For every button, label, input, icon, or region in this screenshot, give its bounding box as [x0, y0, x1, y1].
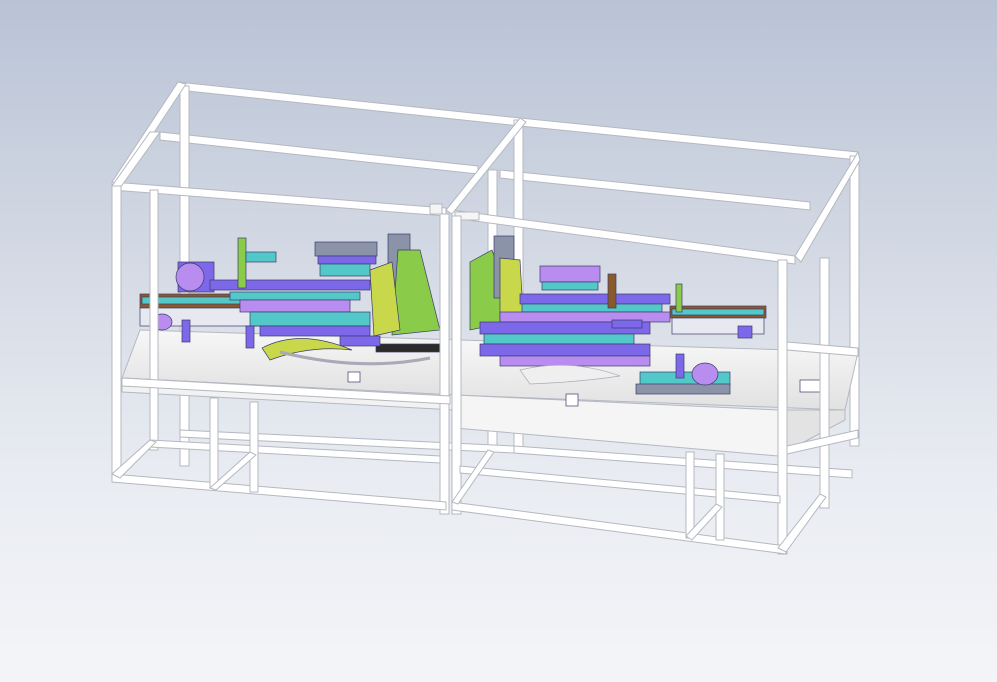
- cad-3d-viewport[interactable]: [0, 0, 997, 682]
- machine-frame-model[interactable]: [0, 0, 997, 682]
